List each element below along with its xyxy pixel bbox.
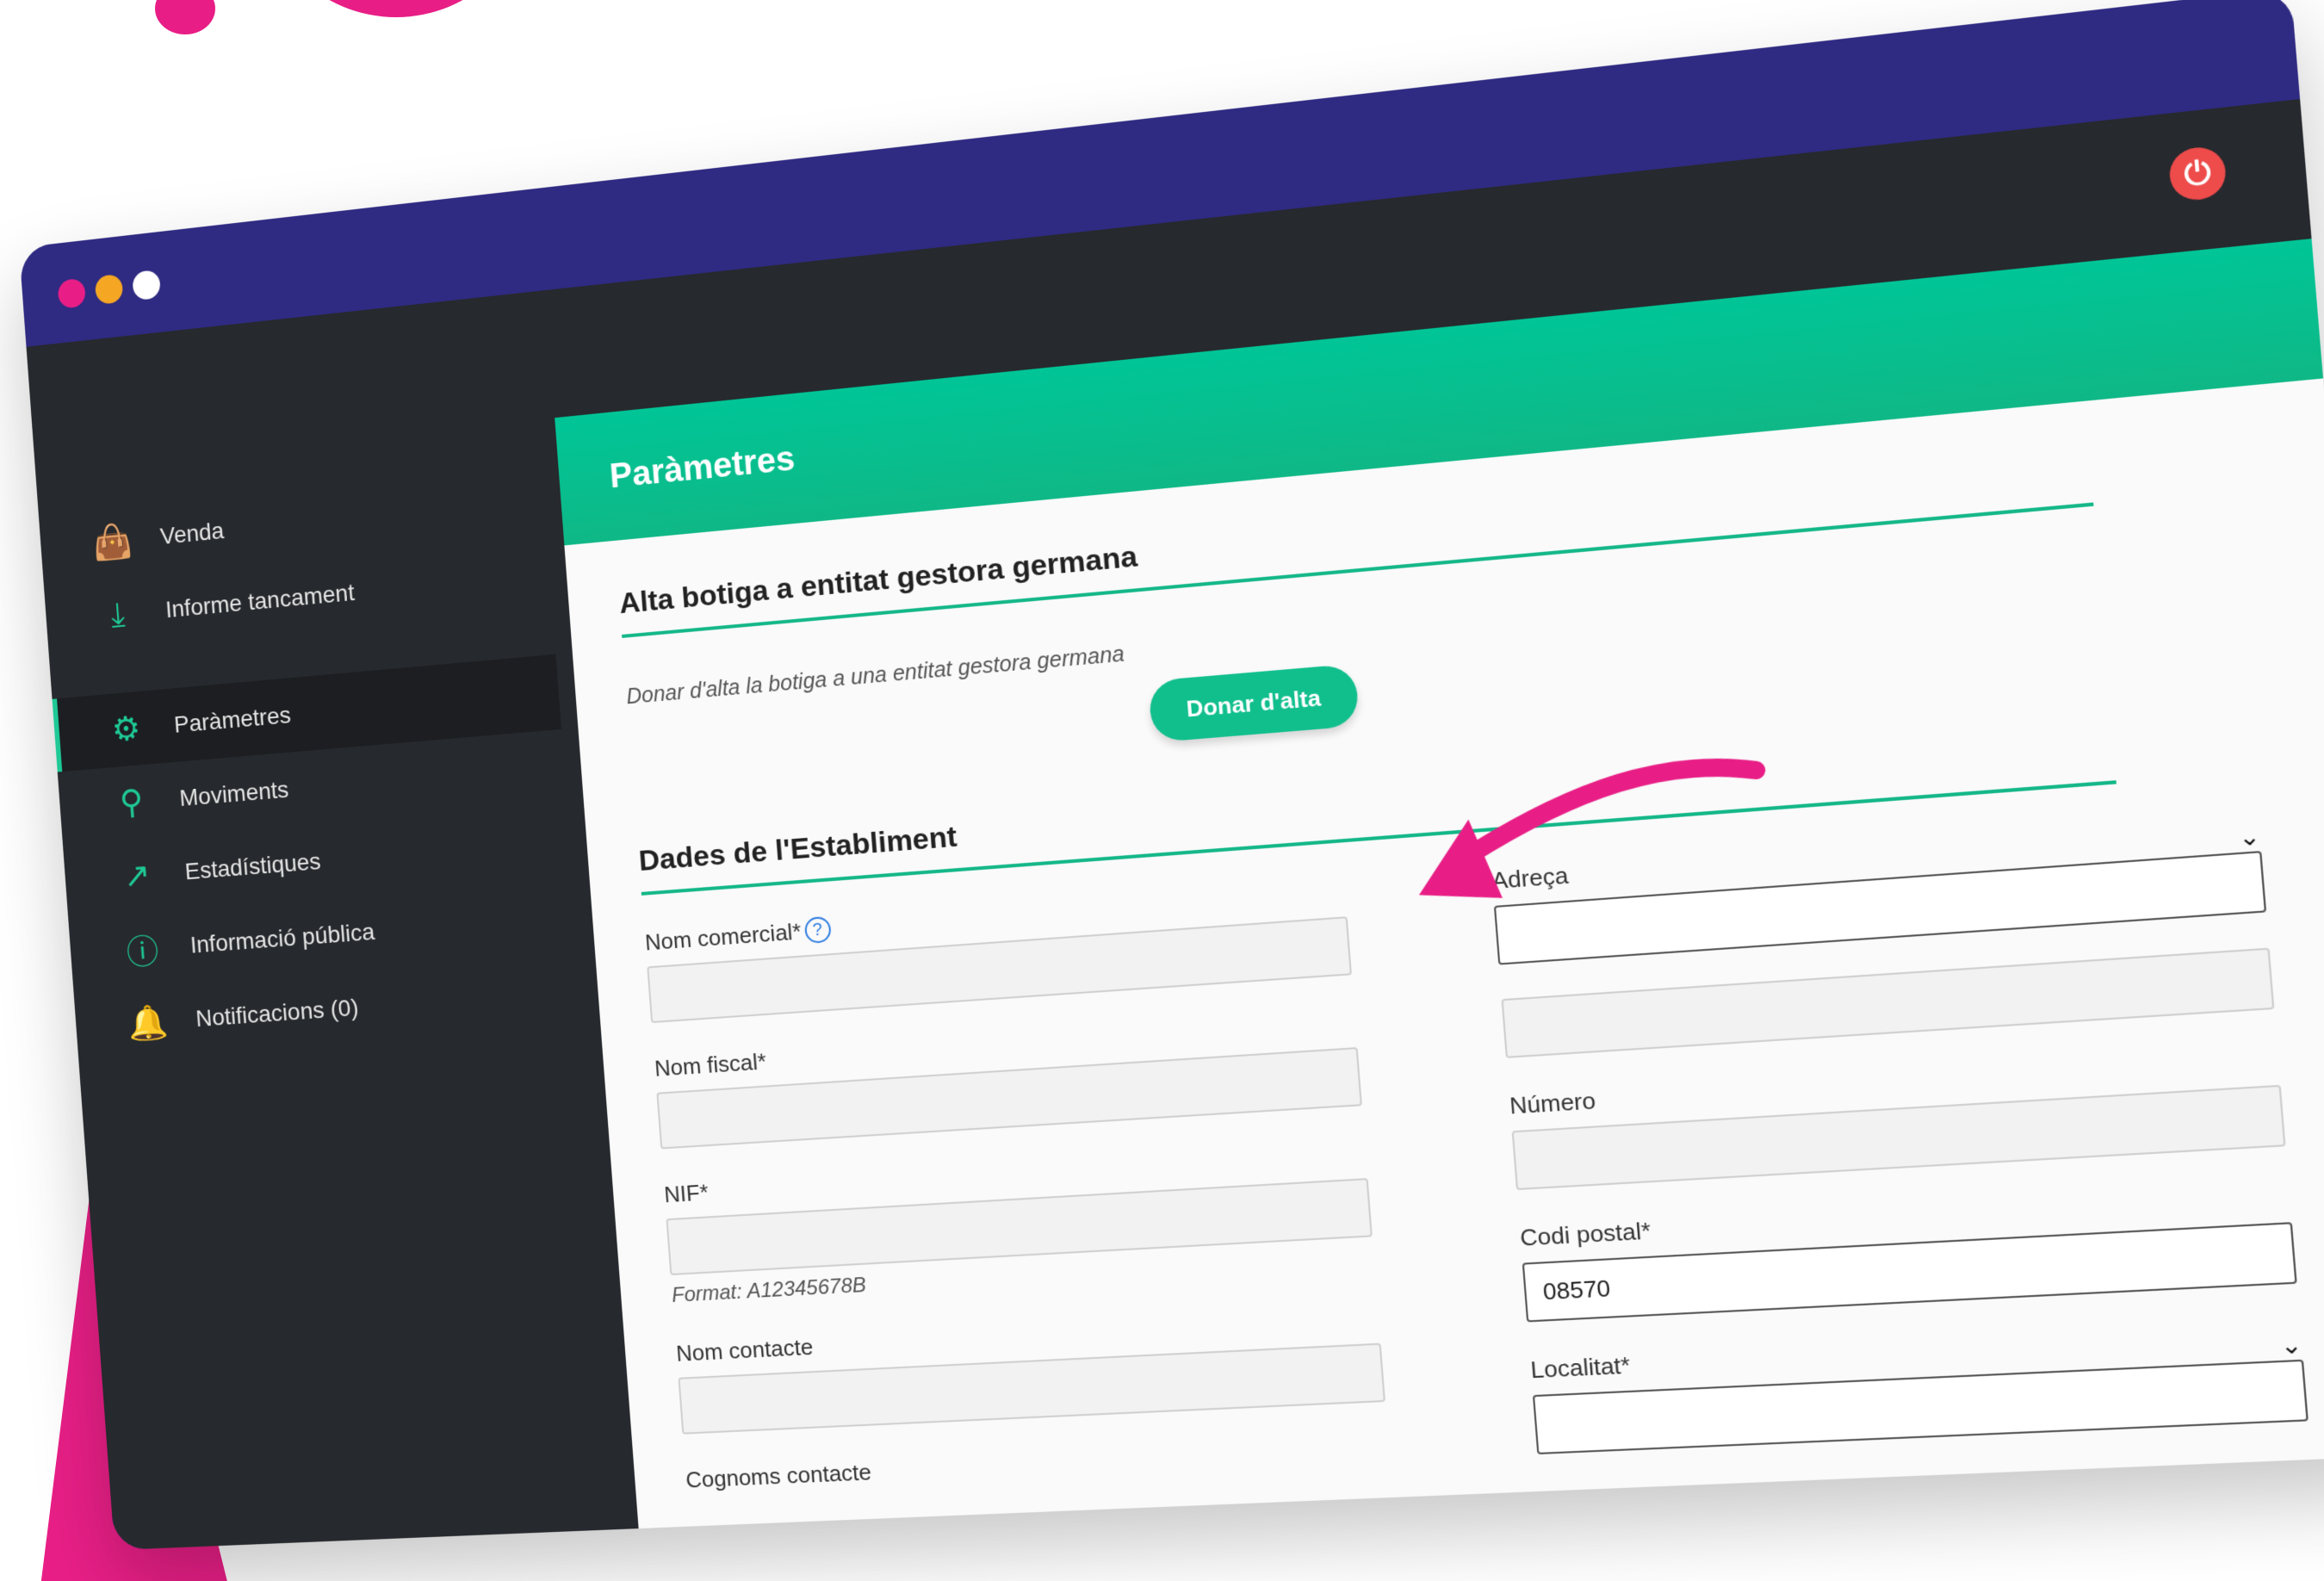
screenshot-stage: ⏻ 👜 Venda ⤓ Informe tancament ⚙ Paràmetr…	[0, 0, 2324, 1581]
sidebar-item-label: Notificacions (0)	[195, 994, 360, 1032]
sliders-icon: ⚙	[110, 710, 142, 749]
annotation-arrow-icon	[1390, 733, 1776, 904]
info-icon: ⓘ	[125, 933, 160, 972]
decorative-dot	[155, 0, 215, 34]
app-body: ⏻ 👜 Venda ⤓ Informe tancament ⚙ Paràmetr…	[26, 99, 2324, 1551]
sidebar-item-label: Informació pública	[189, 918, 376, 958]
download-tray-icon: ⤓	[108, 595, 127, 634]
localitat-field-group: Localitat* ⌄	[1529, 1319, 2309, 1455]
chart-icon: ↗	[122, 856, 152, 896]
window-close-dot[interactable]	[57, 277, 87, 309]
sidebar-item-label: Informe tancament	[164, 579, 356, 623]
window-minimize-dot[interactable]	[94, 273, 124, 306]
nom-fiscal-field-group: Nom fiscal*	[654, 1009, 1363, 1150]
browser-window: ⏻ 👜 Venda ⤓ Informe tancament ⚙ Paràmetr…	[19, 0, 2324, 1551]
decorative-blob	[258, 0, 534, 17]
chevron-down-icon[interactable]: ⌄	[2279, 1330, 2303, 1361]
cognoms-contacte-field-group: Cognoms contacte	[685, 1435, 1390, 1493]
search-icon: ⚲	[118, 783, 145, 822]
nom-comercial-field-group: Nom comercial*?	[644, 878, 1353, 1024]
codi-postal-field-group: Codi postal* 08570	[1519, 1181, 2297, 1323]
sidebar-item-label: Venda	[158, 517, 226, 549]
help-icon[interactable]: ?	[803, 915, 832, 945]
logout-icon[interactable]: ⏻	[2167, 145, 2228, 203]
nom-contacte-field-group: Nom contacte	[675, 1305, 1386, 1435]
sidebar: 👜 Venda ⤓ Informe tancament ⚙ Paràmetres…	[39, 462, 585, 1064]
sidebar-item-label: Moviments	[178, 776, 290, 811]
bell-icon: 🔔	[127, 1002, 170, 1043]
chevron-down-icon[interactable]: ⌄	[2237, 822, 2261, 852]
field-label: Localitat*	[1529, 1351, 1632, 1384]
nif-field-group: NIF* Format: A12345678B	[663, 1140, 1375, 1308]
field-label: Cognoms contacte	[685, 1459, 872, 1493]
shopping-bag-icon: 👜	[90, 521, 134, 562]
sidebar-item-label: Estadístiques	[183, 847, 322, 885]
sidebar-item-label: Paràmetres	[173, 701, 292, 738]
numero-field-group: Número	[1509, 1045, 2286, 1191]
form-column-left: Nom comercial*? Nom fiscal* NIF* Format:	[644, 878, 1393, 1527]
donar-alta-button[interactable]: Donar d'alta	[1148, 663, 1360, 743]
window-maximize-dot[interactable]	[132, 269, 162, 301]
adreca2-input[interactable]	[1501, 947, 2275, 1058]
adreca2-field-group	[1501, 947, 2275, 1058]
